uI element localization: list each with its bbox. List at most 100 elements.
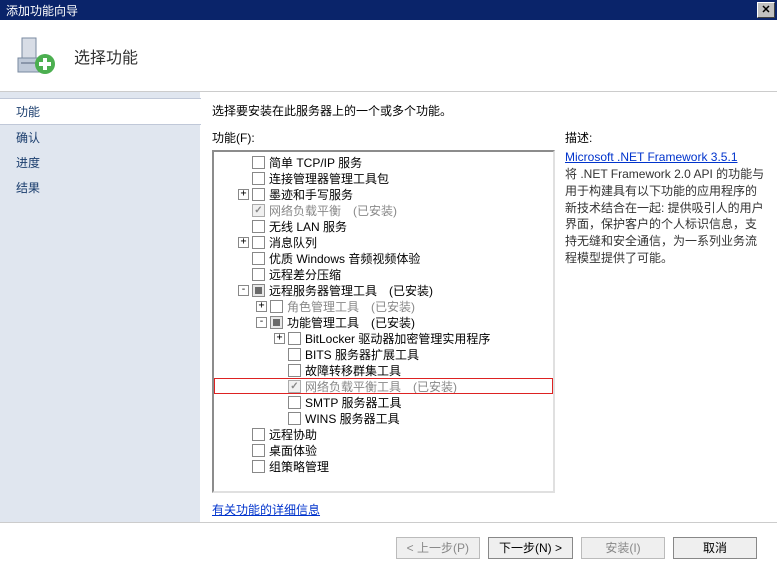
tree-node[interactable]: 远程差分压缩 [214,266,553,282]
expander-spacer [238,429,249,440]
expand-icon[interactable]: + [238,237,249,248]
cancel-button[interactable]: 取消 [673,537,757,559]
tree-node-label: 功能管理工具 (已安装) [287,314,415,331]
checkbox[interactable] [252,284,265,297]
more-info-link[interactable]: 有关功能的详细信息 [212,501,555,518]
wizard-header: 选择功能 [0,20,777,92]
tree-node[interactable]: + 墨迹和手写服务 [214,186,553,202]
tree-node-label: 角色管理工具 (已安装) [287,298,415,315]
instruction-text: 选择要安装在此服务器上的一个或多个功能。 [212,102,765,119]
tree-node[interactable]: + 角色管理工具 (已安装) [214,298,553,314]
expander-spacer [238,221,249,232]
tree-node[interactable]: + BitLocker 驱动器加密管理实用程序 [214,330,553,346]
wizard-icon [14,34,58,78]
tree-node[interactable]: 连接管理器管理工具包 [214,170,553,186]
tree-node[interactable]: 简单 TCP/IP 服务 [214,154,553,170]
tree-node[interactable]: 组策略管理 [214,458,553,474]
checkbox[interactable] [252,268,265,281]
next-button[interactable]: 下一步(N) > [488,537,573,559]
tree-node[interactable]: WINS 服务器工具 [214,410,553,426]
checkbox[interactable] [288,332,301,345]
titlebar: 添加功能向导 ✕ [0,0,777,20]
tree-node[interactable]: SMTP 服务器工具 [214,394,553,410]
expand-icon[interactable]: + [238,189,249,200]
checkbox[interactable] [270,300,283,313]
expander-spacer [238,461,249,472]
tree-node-label: SMTP 服务器工具 [305,394,401,411]
tree-node-label: 连接管理器管理工具包 [269,170,389,187]
checkbox[interactable] [252,444,265,457]
tree-node[interactable]: - 远程服务器管理工具 (已安装) [214,282,553,298]
tree-node[interactable]: 网络负载平衡工具 (已安装) [214,378,553,394]
expander-spacer [238,269,249,280]
tree-node-label: 网络负载平衡工具 (已安装) [305,378,457,395]
description-text: 将 .NET Framework 2.0 API 的功能与用于构建具有以下功能的… [565,166,765,267]
checkbox[interactable] [252,172,265,185]
tree-node[interactable]: + 消息队列 [214,234,553,250]
checkbox[interactable] [288,396,301,409]
wizard-sidebar: 功能 确认 进度 结果 [0,92,200,522]
tree-node-label: 远程服务器管理工具 (已安装) [269,282,433,299]
tree-node-label: 远程协助 [269,426,317,443]
checkbox[interactable] [252,156,265,169]
description-label: 描述: [565,129,765,146]
sidebar-item-confirm[interactable]: 确认 [0,125,200,150]
expander-spacer [238,157,249,168]
expander-spacer [274,397,285,408]
checkbox[interactable] [288,412,301,425]
sidebar-item-results[interactable]: 结果 [0,175,200,200]
close-button[interactable]: ✕ [757,2,775,18]
tree-node-label: 组策略管理 [269,458,329,475]
checkbox [288,380,301,393]
wizard-footer: < 上一步(P) 下一步(N) > 安装(I) 取消 [0,522,777,572]
expander-spacer [274,365,285,376]
tree-node-label: WINS 服务器工具 [305,410,400,427]
tree-node[interactable]: 桌面体验 [214,442,553,458]
expand-icon[interactable]: + [274,333,285,344]
features-label: 功能(F): [212,129,555,146]
install-button: 安装(I) [581,537,665,559]
expand-icon[interactable]: + [256,301,267,312]
tree-node-label: 无线 LAN 服务 [269,218,347,235]
description-title-link[interactable]: Microsoft .NET Framework 3.5.1 [565,150,738,164]
expander-spacer [238,205,249,216]
features-tree[interactable]: 简单 TCP/IP 服务连接管理器管理工具包 + 墨迹和手写服务网络负载平衡 (已安… [212,150,555,493]
checkbox[interactable] [288,364,301,377]
tree-node-label: BitLocker 驱动器加密管理实用程序 [305,330,490,347]
window-title: 添加功能向导 [6,2,757,19]
tree-node[interactable]: 远程协助 [214,426,553,442]
tree-node-label: 消息队列 [269,234,317,251]
tree-node-label: 远程差分压缩 [269,266,341,283]
tree-node[interactable]: 网络负载平衡 (已安装) [214,202,553,218]
checkbox[interactable] [252,460,265,473]
collapse-icon[interactable]: - [238,285,249,296]
expander-spacer [274,413,285,424]
tree-node-label: 故障转移群集工具 [305,362,401,379]
checkbox[interactable] [270,316,283,329]
checkbox[interactable] [252,220,265,233]
sidebar-item-progress[interactable]: 进度 [0,150,200,175]
checkbox[interactable] [252,252,265,265]
tree-node[interactable]: 优质 Windows 音频视频体验 [214,250,553,266]
checkbox[interactable] [288,348,301,361]
sidebar-item-features[interactable]: 功能 [0,98,201,125]
collapse-icon[interactable]: - [256,317,267,328]
expander-spacer [274,381,285,392]
tree-node-label: 简单 TCP/IP 服务 [269,154,362,171]
checkbox [252,204,265,217]
tree-node-label: BITS 服务器扩展工具 [305,346,419,363]
expander-spacer [238,253,249,264]
tree-node[interactable]: 无线 LAN 服务 [214,218,553,234]
checkbox[interactable] [252,236,265,249]
tree-node-label: 墨迹和手写服务 [269,186,353,203]
tree-node[interactable]: BITS 服务器扩展工具 [214,346,553,362]
tree-node-label: 网络负载平衡 (已安装) [269,202,397,219]
page-title: 选择功能 [74,44,138,68]
checkbox[interactable] [252,188,265,201]
expander-spacer [238,445,249,456]
expander-spacer [238,173,249,184]
tree-node-label: 优质 Windows 音频视频体验 [269,250,420,267]
tree-node[interactable]: 故障转移群集工具 [214,362,553,378]
checkbox[interactable] [252,428,265,441]
tree-node[interactable]: - 功能管理工具 (已安装) [214,314,553,330]
